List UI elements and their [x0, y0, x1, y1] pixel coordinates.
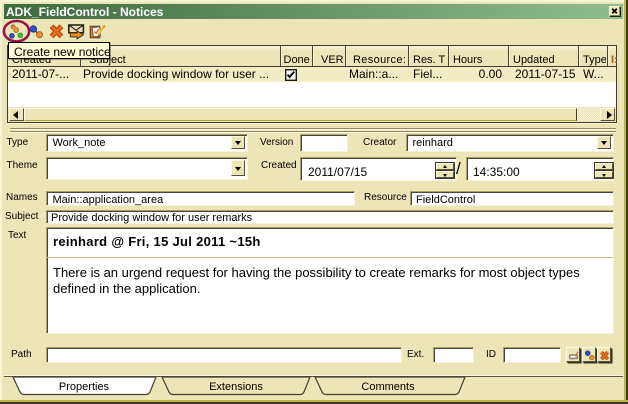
svg-text:Properties: Properties — [59, 381, 110, 393]
svg-text:Comments: Comments — [361, 381, 415, 393]
svg-text:Extensions: Extensions — [209, 381, 263, 393]
